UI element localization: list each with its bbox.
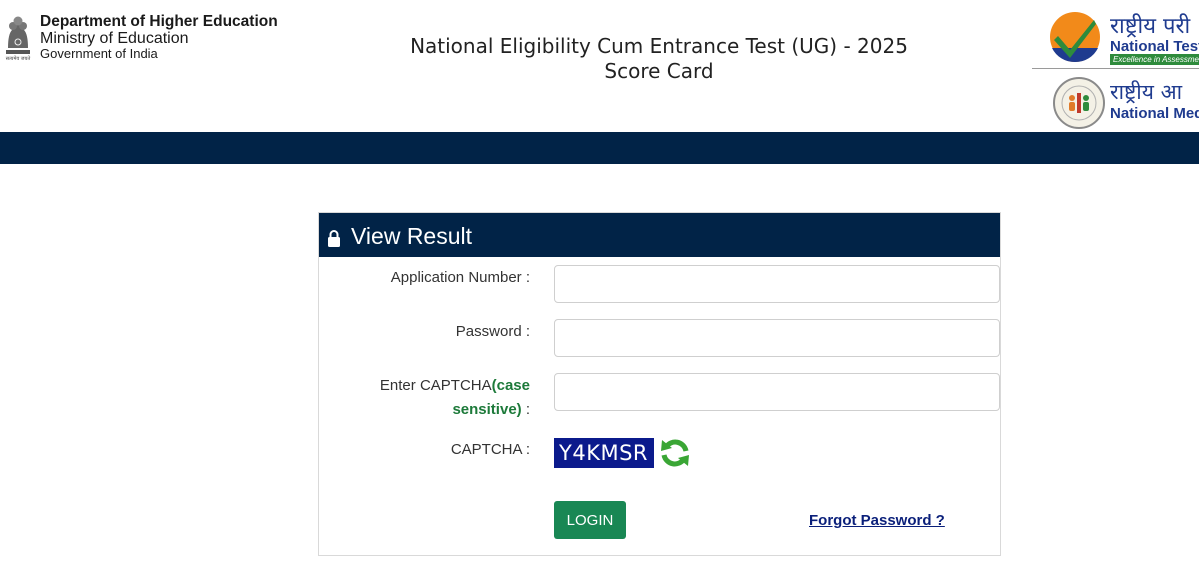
refresh-icon[interactable]: [658, 436, 692, 470]
case-sensitive-hint-2: sensitive): [452, 401, 522, 418]
navigation-bar: [0, 132, 1199, 164]
panel-header: View Result: [319, 213, 1000, 257]
case-sensitive-hint-1: (case: [491, 377, 530, 394]
password-input[interactable]: [554, 319, 1000, 357]
captcha-label: CAPTCHA :: [450, 441, 530, 458]
nmc-hindi-name: राष्ट्रीय आ: [1110, 80, 1183, 104]
nta-tagline: Excellence in Assessment: [1110, 54, 1199, 65]
nmc-english-name: National Med: [1110, 105, 1199, 122]
nmc-logo-icon: [1053, 77, 1105, 129]
application-number-input[interactable]: [554, 265, 1000, 303]
forgot-password-link[interactable]: Forgot Password ?: [809, 512, 945, 529]
national-emblem-icon: सत्यमेव जयते: [6, 16, 31, 62]
emblem-motto: सत्यमेव जयते: [6, 55, 31, 62]
department-block: Department of Higher Education Ministry …: [40, 13, 278, 61]
panel-title: View Result: [351, 223, 473, 249]
captcha-entry-label-colon: :: [521, 401, 530, 418]
government-name: Government of India: [40, 46, 158, 61]
site-header: सत्यमेव जयते Department of Higher Educat…: [0, 0, 1199, 132]
lock-icon: [328, 230, 340, 247]
login-button[interactable]: LOGIN: [554, 501, 626, 539]
password-label: Password :: [455, 323, 530, 340]
captcha-input[interactable]: [554, 373, 1000, 411]
captcha-entry-label: Enter CAPTCHA(case sensitive) :: [380, 374, 530, 422]
ministry-name: Ministry of Education: [40, 30, 189, 47]
application-number-label: Application Number :: [390, 269, 530, 286]
department-name: Department of Higher Education: [40, 13, 278, 30]
captcha-entry-label-text: Enter CAPTCHA: [379, 377, 492, 394]
nta-logo-icon: [1050, 12, 1100, 63]
page-title-line1: National Eligibility Cum Entrance Test (…: [410, 34, 908, 58]
page-title-line2: Score Card: [604, 59, 714, 83]
nta-english-name: National Test: [1110, 38, 1199, 55]
nta-hindi-name: राष्ट्रीय परी: [1110, 14, 1191, 39]
view-result-panel: View Result Application Number : Passwor…: [318, 212, 1001, 556]
captcha-image: Y4KMSR: [554, 438, 654, 468]
page-title: National Eligibility Cum Entrance Test (…: [410, 34, 908, 84]
logo-divider: [1032, 68, 1199, 69]
